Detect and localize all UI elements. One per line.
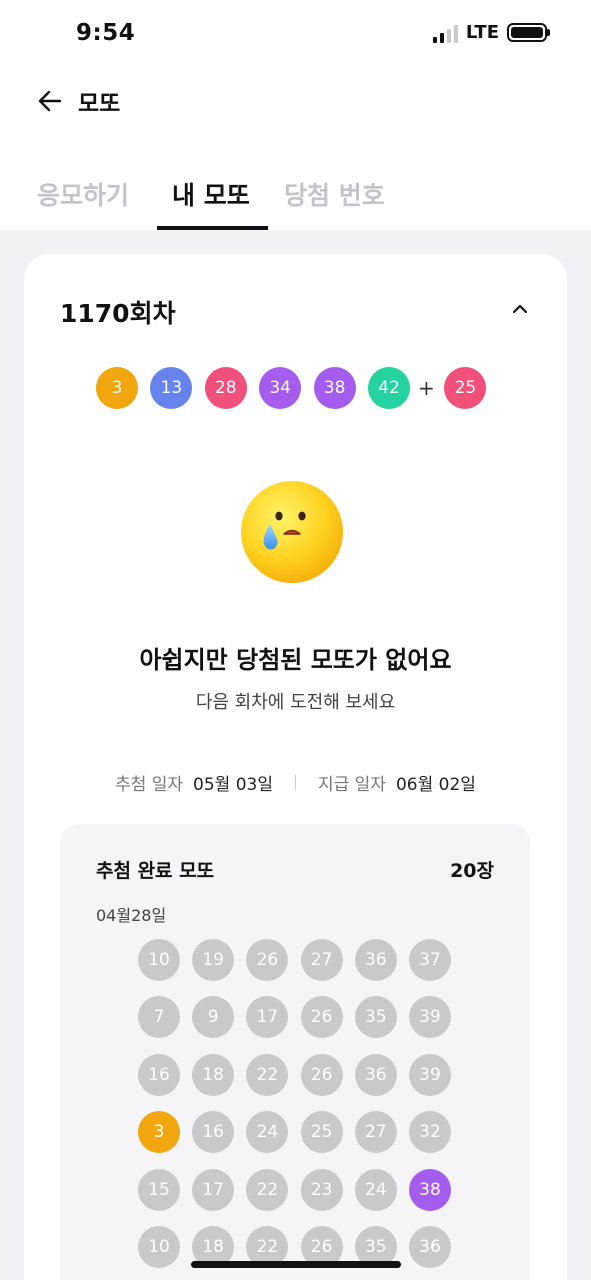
signal-icon [432, 23, 458, 43]
ticket-number-ball: 15 [138, 1168, 180, 1211]
draw-date-label: 추첨 일자 [115, 775, 184, 795]
winning-number-ball: 3 [96, 367, 138, 409]
ticket-number-ball: 26 [246, 939, 289, 981]
ticket-count: 20장 [450, 860, 494, 882]
ticket-number-ball: 25 [300, 1111, 343, 1154]
draw-date-value: 05월 03일 [193, 775, 273, 795]
round-card: 1170회차 3 13 28 34 38 42 +25 아쉽지만 당첨된 모또가 없어요 다… [24, 254, 567, 1280]
crying-face-icon [241, 481, 343, 583]
ticket-number-ball: 24 [246, 1111, 289, 1154]
ticket-number-ball: 26 [300, 996, 343, 1039]
ticket-number-ball: 36 [354, 1053, 397, 1096]
status-bar: 9:54 LTE [0, 0, 591, 70]
ticket-number-ball: 9 [192, 996, 235, 1039]
tab-apply[interactable]: 응모하기 [37, 176, 129, 212]
ticket-number-ball: 32 [409, 1111, 451, 1154]
pay-date-value: 06월 02일 [395, 775, 476, 795]
ticket-number-ball: 16 [192, 1111, 235, 1154]
chevron-up-icon[interactable] [511, 300, 529, 318]
ticket-date: 04월28일 [96, 906, 167, 925]
ticket-number-ball: 19 [192, 939, 235, 981]
winning-number-ball: 13 [150, 367, 193, 409]
ticket-number-ball: 35 [354, 996, 397, 1039]
ticket-number-ball: 27 [354, 1111, 397, 1154]
ticket-number-ball: 39 [409, 996, 451, 1039]
ticket-number-ball: 36 [409, 1226, 451, 1268]
divider [295, 774, 296, 791]
tab-my-motto[interactable]: 내 모또 [172, 176, 250, 212]
ticket-number-ball: 22 [246, 1053, 289, 1096]
ticket-number-ball: 18 [192, 1053, 235, 1096]
tab-bar: 응모하기 내 모또 당첨 번호 [0, 170, 591, 230]
battery-icon [507, 23, 550, 42]
result-message: 아쉽지만 당첨된 모또가 없어요 [139, 646, 452, 674]
ticket-number-ball: 37 [409, 939, 451, 981]
ticket-list-panel: 추첨 완료 모또 20장 04월28일 10 19 26 27 36 37 7 9 17 26 35… [60, 824, 530, 1280]
result-subtext: 다음 회차에 도전해 보세요 [195, 692, 396, 713]
ticket-number-ball: 16 [138, 1053, 180, 1096]
winning-number-ball: 34 [259, 367, 302, 409]
active-tab-indicator [157, 226, 268, 230]
ticket-number-ball: 39 [409, 1053, 451, 1096]
ticket-number-ball: 17 [192, 1168, 235, 1211]
ticket-number-ball: 17 [246, 996, 289, 1039]
ticket-list-title: 추첨 완료 모또 [96, 860, 215, 882]
page-title: 모또 [78, 91, 121, 117]
winning-number-ball: 28 [204, 367, 247, 409]
ticket-number-ball: 3 [138, 1111, 180, 1154]
network-label: LTE [465, 22, 499, 43]
ticket-number-ball: 10 [138, 1226, 180, 1268]
back-arrow-icon[interactable] [36, 87, 64, 115]
round-title: 1170회차 [60, 299, 176, 328]
pay-date-label: 지급 일자 [318, 775, 386, 795]
nav-header: 모또 [36, 84, 120, 118]
ticket-number-ball: 27 [300, 939, 343, 981]
ticket-number-ball: 24 [354, 1168, 397, 1211]
status-time: 9:54 [76, 20, 136, 46]
ticket-number-ball: 22 [246, 1168, 289, 1211]
ticket-number-ball: 36 [354, 939, 397, 981]
ticket-number-ball: 23 [300, 1168, 343, 1211]
status-icons: LTE [432, 22, 550, 43]
tab-winning-numbers[interactable]: 당첨 번호 [284, 176, 385, 212]
date-info: 추첨 일자 05월 03일 지급 일자 06월 02일 [24, 770, 567, 795]
winning-number-ball: 38 [313, 367, 356, 409]
bonus-number-ball: 25 [444, 367, 487, 409]
plus-sign: + [418, 376, 435, 400]
ticket-number-ball: 7 [138, 996, 180, 1039]
home-indicator[interactable] [191, 1261, 401, 1268]
ticket-number-ball: 38 [409, 1168, 451, 1211]
top-area: 9:54 LTE 모또 응모하기 내 모또 당첨 번호 [0, 0, 591, 230]
winning-number-ball: 42 [368, 367, 410, 409]
ticket-number-ball: 10 [138, 939, 180, 981]
ticket-number-ball: 26 [300, 1053, 343, 1096]
